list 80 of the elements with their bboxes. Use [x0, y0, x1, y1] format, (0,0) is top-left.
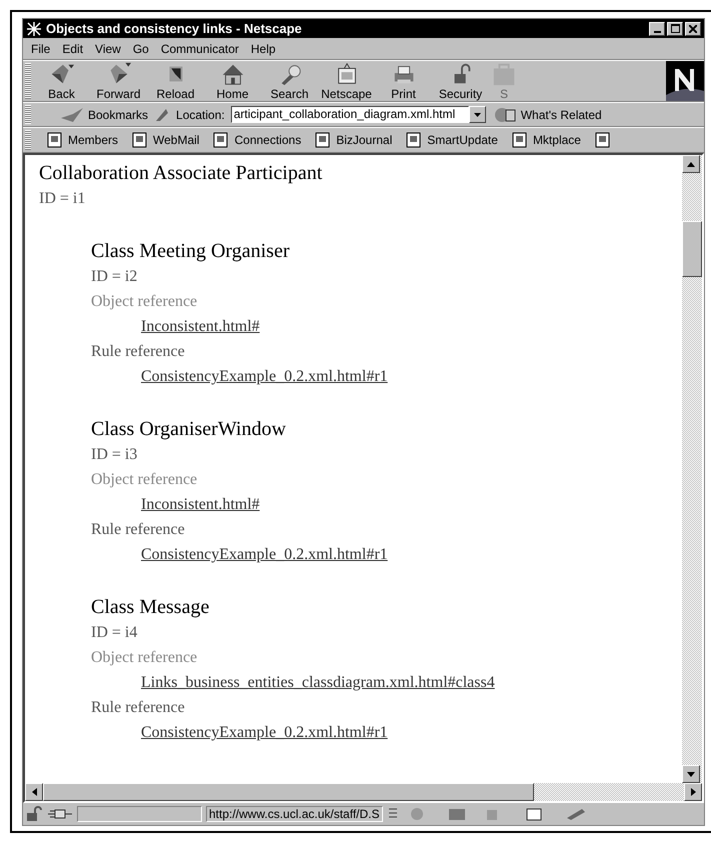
close-button[interactable]	[685, 22, 701, 36]
toolbar-button[interactable]: Home	[204, 61, 261, 101]
bookmark-page-icon	[406, 132, 422, 148]
document-title: Collaboration Associate Participant	[39, 161, 324, 186]
toolbar-button[interactable]: Security	[432, 61, 489, 101]
scroll-up-button[interactable]	[682, 155, 700, 173]
menu-item[interactable]: Communicator	[160, 42, 239, 56]
reference-label: Object reference	[91, 470, 198, 490]
bookmark-page-icon	[594, 132, 611, 148]
toolbar-grip[interactable]	[25, 63, 31, 99]
toolbar-button[interactable]: Back	[33, 61, 90, 101]
reference-link[interactable]: Inconsistent.html#	[141, 496, 260, 513]
maximize-icon	[670, 24, 680, 33]
personal-toolbar-link[interactable]: BizJournal	[336, 133, 392, 147]
bookmark-page-icon	[47, 132, 63, 148]
bookmark-page-icon	[213, 132, 230, 148]
id-text: ID = i4	[91, 623, 138, 643]
personal-toolbar-link[interactable]: WebMail	[153, 133, 200, 147]
up-arrow-icon	[687, 162, 695, 166]
location-label: Location:	[176, 108, 225, 122]
class-heading: Class Meeting Organiser	[91, 239, 290, 264]
minimize-icon	[654, 30, 660, 32]
id-text: ID = i1	[39, 189, 86, 209]
toolbar-button[interactable]: Print	[375, 61, 432, 101]
location-icon	[154, 106, 170, 122]
vertical-scrollbar[interactable]	[682, 155, 702, 783]
status-url: http://www.cs.ucl.ac.uk/staff/D.S	[206, 806, 383, 822]
bookmark-page-icon	[315, 132, 332, 148]
class-heading: Class OrganiserWindow	[91, 417, 287, 442]
toolbar-button[interactable]: Search	[261, 61, 318, 101]
reference-label: Rule reference	[91, 698, 186, 718]
scroll-down-button[interactable]	[682, 765, 700, 783]
location-field[interactable]: articipant_collaboration_diagram.xml.html	[230, 106, 469, 123]
menu-item[interactable]: Edit	[62, 42, 84, 56]
close-icon	[689, 24, 697, 32]
toolbar-grip[interactable]	[25, 130, 31, 150]
reference-link[interactable]: ConsistencyExample_0.2.xml.html#r1	[141, 368, 388, 385]
whats-related-button[interactable]: What's Related	[494, 106, 602, 124]
bookmarks-button[interactable]: Bookmarks	[59, 106, 148, 124]
minimize-button[interactable]	[649, 22, 665, 36]
menu-item[interactable]: File	[31, 42, 50, 56]
dropdown-button[interactable]	[468, 106, 486, 123]
right-arrow-icon	[690, 788, 696, 796]
window-title: Objects and consistency links - Netscape	[46, 21, 303, 36]
bookmark-page-icon	[512, 132, 528, 148]
personal-toolbar-link[interactable]: Connections	[234, 133, 302, 147]
toolbar-grip[interactable]	[25, 105, 31, 124]
horizontal-scrollbar[interactable]	[25, 783, 702, 801]
menu-item[interactable]: Go	[132, 42, 149, 56]
toolbar-button[interactable]: Netscape	[318, 61, 375, 101]
scroll-left-button[interactable]	[25, 783, 43, 801]
personal-toolbar-link[interactable]: SmartUpdate	[427, 133, 498, 147]
toolbar-button[interactable]: Reload	[147, 61, 204, 101]
reference-label: Object reference	[91, 292, 198, 312]
class-heading: Class Message	[91, 595, 210, 620]
reference-label: Object reference	[91, 648, 198, 668]
vertical-scroll-thumb[interactable]	[682, 221, 702, 277]
personal-toolbar-link[interactable]: Members	[68, 133, 118, 147]
toolbar-button[interactable]: Forward	[90, 61, 147, 101]
id-text: ID = i3	[91, 445, 138, 465]
reference-link[interactable]: ConsistencyExample_0.2.xml.html#r1	[141, 724, 388, 741]
reference-link[interactable]: ConsistencyExample_0.2.xml.html#r1	[141, 546, 388, 563]
reference-link[interactable]: Inconsistent.html#	[141, 318, 260, 335]
bookmark-page-icon	[132, 132, 148, 148]
menu-item[interactable]: View	[95, 42, 121, 56]
netscape-app-icon	[26, 20, 42, 36]
scroll-right-button[interactable]	[684, 783, 702, 801]
maximize-button[interactable]	[667, 22, 683, 36]
personal-toolbar-link[interactable]: Mktplace	[532, 133, 581, 147]
globe-page-icon	[494, 106, 518, 124]
left-arrow-icon	[32, 788, 36, 796]
menu-item[interactable]: Help	[250, 42, 276, 56]
id-text: ID = i2	[91, 267, 138, 287]
reference-label: Rule reference	[91, 342, 186, 362]
down-arrow-icon	[687, 772, 695, 776]
lock-icon	[25, 806, 43, 822]
reference-link[interactable]: Links_business_entities_classdiagram.xml.html#class4	[141, 674, 495, 691]
horizontal-scroll-thumb[interactable]	[43, 783, 534, 801]
reference-label: Rule reference	[91, 520, 186, 540]
bookmarks-icon	[59, 106, 85, 124]
